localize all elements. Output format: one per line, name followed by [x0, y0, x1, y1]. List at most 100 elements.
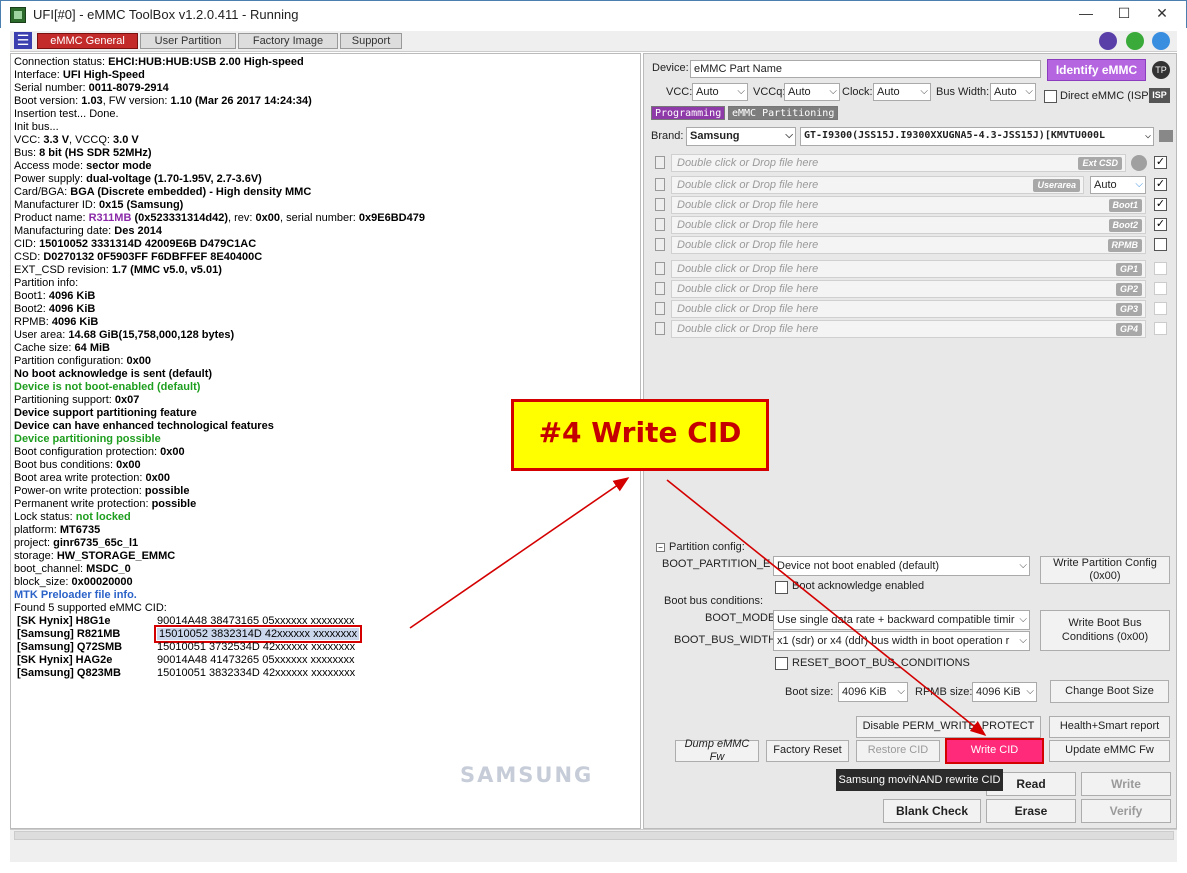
programming-tab[interactable]: Programming: [651, 106, 726, 120]
boot-size-label: Boot size:: [785, 686, 834, 698]
boot-bus-width-label: BOOT_BUS_WIDTH: [674, 634, 777, 646]
change-boot-size-button[interactable]: Change Boot Size: [1050, 680, 1169, 703]
log-found-cid: Found 5 supported eMMC CID:: [14, 602, 167, 614]
emmc-partitioning-tab[interactable]: eMMC Partitioning: [728, 106, 839, 120]
partition-checkbox[interactable]: [1154, 238, 1167, 251]
log-storage: storage: HW_STORAGE_EMMC: [14, 550, 176, 562]
minimize-button[interactable]: —: [1066, 3, 1106, 25]
partition-checkbox[interactable]: ✓: [1154, 156, 1167, 169]
rpmb-size-label: RPMB size:: [915, 686, 973, 698]
partition-checkbox[interactable]: [1154, 302, 1167, 315]
write-partition-config-button[interactable]: Write Partition Config (0x00): [1040, 556, 1170, 584]
settings-icon[interactable]: [1131, 155, 1147, 171]
bus-width-select[interactable]: Auto ⌵: [990, 83, 1036, 101]
tab-user-partition[interactable]: User Partition: [140, 33, 236, 49]
cid-row: [SK Hynix] HAG2e 90014A48 41473265 05xxxx…: [17, 654, 355, 666]
log-bus: Bus: 8 bit (HS SDR 52MHz): [14, 147, 152, 159]
file-icon: [655, 218, 665, 231]
device-field[interactable]: eMMC Part Name: [690, 60, 1041, 78]
file-drop-field[interactable]: Double click or Drop file here Boot1: [671, 196, 1146, 214]
boot-ack-label: Boot acknowledge enabled: [792, 580, 925, 592]
app-icon: [10, 7, 26, 23]
bug-icon[interactable]: [1099, 32, 1117, 50]
boot-bus-width-select[interactable]: x1 (sdr) or x4 (ddr) bus width in boot o…: [773, 631, 1030, 651]
vccq-select[interactable]: Auto ⌵: [784, 83, 840, 101]
maximize-button[interactable]: ☐: [1104, 3, 1144, 25]
log-ext-csd: EXT_CSD revision: 1.7 (MMC v5.0, v5.01): [14, 264, 222, 276]
log-part-support: Partitioning support: 0x07: [14, 394, 140, 406]
file-drop-field[interactable]: Double click or Drop file here GP4: [671, 320, 1146, 338]
boot-size-select[interactable]: 4096 KiB ⌵: [838, 682, 908, 702]
menu-icon[interactable]: ☰: [14, 32, 32, 49]
collapse-icon[interactable]: −: [656, 543, 665, 552]
close-button[interactable]: ✕: [1142, 3, 1182, 25]
write-cid-button[interactable]: Write CID: [945, 738, 1044, 764]
log-boot2: Boot2: 4096 KiB: [14, 303, 96, 315]
refresh-icon[interactable]: [1126, 32, 1144, 50]
blank-check-button[interactable]: Blank Check: [883, 799, 981, 823]
boot-partition-select[interactable]: Device not boot enabled (default) ⌵: [773, 556, 1030, 576]
tab-emmc-general[interactable]: eMMC General: [37, 33, 138, 49]
file-drop-field[interactable]: Double click or Drop file here GP3: [671, 300, 1146, 318]
log-vcc: VCC: 3.3 V, VCCQ: 3.0 V: [14, 134, 139, 146]
log-init-bus: Init bus...: [14, 121, 59, 133]
file-drop-field[interactable]: Double click or Drop file here Ext CSD: [671, 154, 1126, 172]
cid-row-selected[interactable]: [Samsung] R821MB 15010052 3832314D 42xxxx…: [17, 625, 363, 643]
clock-select[interactable]: Auto ⌵: [873, 83, 931, 101]
partition-config-title: Partition config:: [669, 541, 745, 553]
restore-cid-button[interactable]: Restore CID: [856, 740, 940, 762]
reset-boot-bus-label: RESET_BOOT_BUS_CONDITIONS: [792, 657, 970, 669]
rpmb-size-select[interactable]: 4096 KiB ⌵: [972, 682, 1037, 702]
log-rpmb: RPMB: 4096 KiB: [14, 316, 99, 328]
write-boot-bus-button[interactable]: Write Boot Bus Conditions (0x00): [1040, 610, 1170, 651]
tp-icon[interactable]: TP: [1152, 61, 1170, 79]
log-user-area: User area: 14.68 GiB(15,758,000,128 byte…: [14, 329, 235, 341]
direct-isp-checkbox[interactable]: [1044, 90, 1057, 103]
folder-icon[interactable]: [1159, 130, 1173, 142]
identify-emmc-button[interactable]: Identify eMMC: [1047, 59, 1146, 81]
boot-mode-select[interactable]: Use single data rate + backward compatib…: [773, 610, 1030, 630]
file-drop-field[interactable]: Double click or Drop file here GP2: [671, 280, 1146, 298]
update-emmc-fw-button[interactable]: Update eMMC Fw: [1049, 740, 1170, 762]
file-drop-field[interactable]: Double click or Drop file here Boot2: [671, 216, 1146, 234]
gear-icon[interactable]: [1152, 32, 1170, 50]
log-part-config: Partition configuration: 0x00: [14, 355, 151, 367]
verify-button[interactable]: Verify: [1081, 799, 1171, 823]
model-select[interactable]: GT-I9300(JSS15J.I9300XXUGNA5-4.3-JSS15J)…: [800, 127, 1154, 146]
log-not-boot-enabled: Device is not boot-enabled (default): [14, 381, 201, 393]
partition-checkbox[interactable]: [1154, 282, 1167, 295]
vcc-select[interactable]: Auto ⌵: [692, 83, 748, 101]
factory-reset-button[interactable]: Factory Reset: [766, 740, 849, 762]
log-partition-info: Partition info:: [14, 277, 79, 289]
log-power: Power supply: dual-voltage (1.70-1.95V, …: [14, 173, 262, 185]
file-drop-field[interactable]: Double click or Drop file here Userarea: [671, 176, 1084, 194]
userarea-type-select[interactable]: Auto ⌵: [1090, 176, 1146, 194]
isp-badge[interactable]: ISP: [1149, 88, 1170, 103]
boot-bus-conditions-label: Boot bus conditions:: [664, 595, 764, 607]
brand-select[interactable]: Samsung ⌵: [686, 127, 796, 146]
reset-boot-bus-checkbox[interactable]: [775, 657, 788, 670]
tab-factory-image[interactable]: Factory Image: [238, 33, 338, 49]
partition-checkbox[interactable]: ✓: [1154, 198, 1167, 211]
log-serial: Serial number: 0011-8079-2914: [14, 82, 169, 94]
partition-checkbox[interactable]: [1154, 262, 1167, 275]
health-report-button[interactable]: Health+Smart report: [1049, 716, 1170, 738]
file-drop-field[interactable]: Double click or Drop file here GP1: [671, 260, 1146, 278]
partition-checkbox[interactable]: ✓: [1154, 218, 1167, 231]
chevron-down-icon: ⌵: [1144, 130, 1151, 141]
file-drop-field[interactable]: Double click or Drop file here RPMB: [671, 236, 1146, 254]
disable-perm-wp-button[interactable]: Disable PERM_WRITE_PROTECT: [856, 716, 1041, 738]
file-icon: [655, 178, 665, 191]
cid-row: [SK Hynix] H8G1e 90014A48 38473165 05xxxx…: [17, 615, 355, 627]
log-cache: Cache size: 64 MiB: [14, 342, 110, 354]
clock-label: Clock:: [842, 86, 873, 98]
erase-button[interactable]: Erase: [986, 799, 1076, 823]
partition-checkbox[interactable]: [1154, 322, 1167, 335]
dump-emmc-fw-button[interactable]: Dump eMMC Fw: [675, 738, 759, 763]
tab-support[interactable]: Support: [340, 33, 402, 49]
file-icon: [655, 282, 665, 295]
partition-checkbox[interactable]: ✓: [1154, 178, 1167, 191]
write-button[interactable]: Write: [1081, 772, 1171, 796]
log-cid: CID: 15010052 3331314D 42009E6B D479C1AC: [14, 238, 257, 250]
boot-ack-checkbox[interactable]: [775, 581, 788, 594]
